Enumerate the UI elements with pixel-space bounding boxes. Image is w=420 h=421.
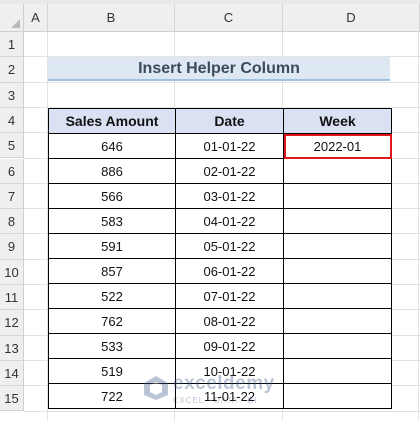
table-row: 583 04-01-22: [48, 208, 392, 234]
header-date[interactable]: Date: [175, 108, 284, 134]
week-cell[interactable]: [283, 208, 392, 234]
sales-amount-cell[interactable]: 533: [48, 333, 176, 359]
row-header[interactable]: 8: [0, 209, 24, 235]
table-row: 722 11-01-22: [48, 383, 392, 409]
column-header-d[interactable]: D: [283, 4, 420, 32]
row-header[interactable]: 12: [0, 310, 24, 336]
sales-amount-cell[interactable]: 583: [48, 208, 176, 234]
sales-table: Sales Amount Date Week 646 01-01-22 2022-0…: [48, 108, 392, 409]
row-header[interactable]: 3: [0, 82, 24, 108]
row-gridline: [24, 81, 420, 83]
sales-amount-cell[interactable]: 519: [48, 358, 176, 384]
table-row: 591 05-01-22: [48, 233, 392, 259]
row-header[interactable]: 5: [0, 133, 24, 159]
column-header-a[interactable]: A: [24, 4, 48, 32]
column-header-b[interactable]: B: [48, 4, 175, 32]
week-cell[interactable]: [283, 383, 392, 409]
date-cell[interactable]: 06-01-22: [175, 258, 284, 284]
row-header[interactable]: 10: [0, 259, 24, 285]
sheet-title[interactable]: Insert Helper Column: [48, 57, 390, 81]
sales-amount-cell[interactable]: 886: [48, 158, 176, 184]
sales-amount-cell[interactable]: 591: [48, 233, 176, 259]
sales-amount-cell[interactable]: 762: [48, 308, 176, 334]
week-cell[interactable]: [283, 258, 392, 284]
sales-amount-cell[interactable]: 646: [48, 133, 176, 159]
table-row: 522 07-01-22: [48, 283, 392, 309]
table-row: 519 10-01-22: [48, 358, 392, 384]
week-cell[interactable]: [283, 308, 392, 334]
row-header[interactable]: 7: [0, 183, 24, 210]
row-gridline: [24, 410, 420, 412]
sales-amount-cell[interactable]: 857: [48, 258, 176, 284]
row-header[interactable]: 11: [0, 285, 24, 311]
date-cell[interactable]: 08-01-22: [175, 308, 284, 334]
week-cell[interactable]: [283, 333, 392, 359]
date-cell[interactable]: 10-01-22: [175, 358, 284, 384]
row-header[interactable]: 6: [0, 158, 24, 184]
table-row: 566 03-01-22: [48, 183, 392, 209]
header-week[interactable]: Week: [283, 108, 392, 134]
date-cell[interactable]: 01-01-22: [175, 133, 284, 159]
date-cell[interactable]: 03-01-22: [175, 183, 284, 209]
header-sales-amount[interactable]: Sales Amount: [48, 108, 176, 134]
table-row: 533 09-01-22: [48, 333, 392, 359]
row-header[interactable]: 2: [0, 57, 24, 83]
week-cell[interactable]: [283, 183, 392, 209]
table-header-row: Sales Amount Date Week: [48, 108, 392, 134]
week-cell[interactable]: [283, 158, 392, 184]
sales-amount-cell[interactable]: 522: [48, 283, 176, 309]
table-row: 857 06-01-22: [48, 258, 392, 284]
column-gridline: [418, 32, 419, 421]
date-cell[interactable]: 11-01-22: [175, 383, 284, 409]
column-header-row: A B C D: [0, 4, 420, 32]
week-cell[interactable]: [283, 358, 392, 384]
row-header[interactable]: 9: [0, 234, 24, 260]
row-header[interactable]: 13: [0, 335, 24, 361]
row-header[interactable]: 1: [0, 32, 24, 58]
week-cell[interactable]: [283, 233, 392, 259]
column-header-c[interactable]: C: [175, 4, 283, 32]
date-cell[interactable]: 04-01-22: [175, 208, 284, 234]
row-header[interactable]: 4: [0, 107, 24, 134]
sales-amount-cell[interactable]: 722: [48, 383, 176, 409]
date-cell[interactable]: 07-01-22: [175, 283, 284, 309]
date-cell[interactable]: 05-01-22: [175, 233, 284, 259]
date-cell[interactable]: 02-01-22: [175, 158, 284, 184]
row-header[interactable]: 14: [0, 360, 24, 387]
sales-amount-cell[interactable]: 566: [48, 183, 176, 209]
row-header[interactable]: 15: [0, 386, 24, 412]
table-row: 886 02-01-22: [48, 158, 392, 184]
table-row: 762 08-01-22: [48, 308, 392, 334]
date-cell[interactable]: 09-01-22: [175, 333, 284, 359]
select-all-button[interactable]: [0, 4, 24, 32]
week-cell[interactable]: 2022-01: [283, 133, 392, 159]
spreadsheet: A B C D 1 2 3 4 5 6 7 8 9 10 11 12 13 14 15 Insert Hel…: [0, 0, 420, 421]
week-cell[interactable]: [283, 283, 392, 309]
table-row: 646 01-01-22 2022-01: [48, 133, 392, 159]
